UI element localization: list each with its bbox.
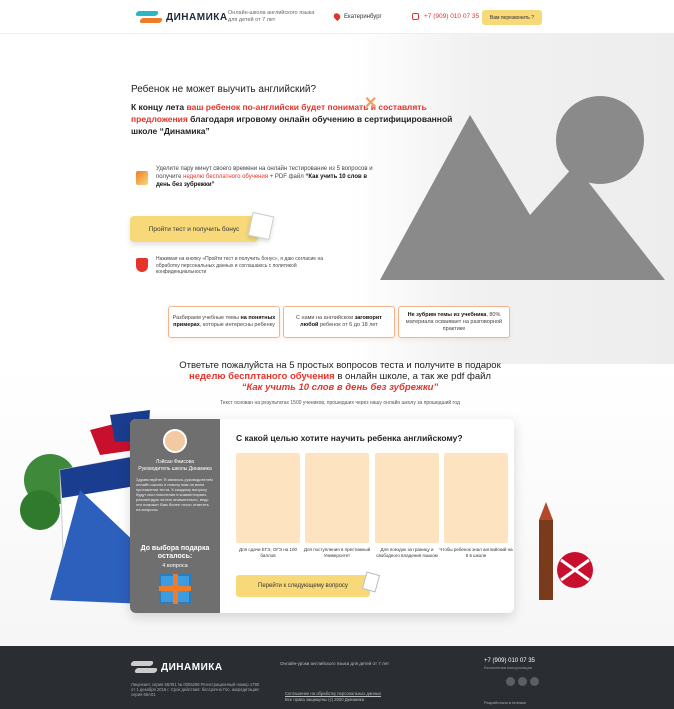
logo[interactable]: ДИНАМИКА	[135, 9, 228, 25]
landing-page: ДИНАМИКА Онлайн-школа английского языка …	[0, 0, 674, 709]
header-tagline: Онлайн-школа английского языка для детей…	[228, 10, 315, 23]
feature-card: Не зубрим темы из учебника, 80% материал…	[398, 306, 510, 338]
image-placeholder-icon	[380, 96, 665, 280]
header-phone[interactable]: +7 (909) 010 07 35	[412, 13, 479, 20]
quiz-question: С какой целью хотите научить ребенка анг…	[236, 433, 463, 443]
logo-icon	[135, 9, 163, 25]
cta-title: Ответьте пожалуйста на 5 простых вопросо…	[179, 360, 501, 393]
start-test-button[interactable]: Пройти тест и получить бонус	[130, 216, 258, 242]
instagram-icon[interactable]	[530, 677, 539, 686]
bigben-illustration	[539, 502, 593, 600]
phone-icon	[412, 13, 419, 20]
answer-label: Для поступления в престижный Университет	[303, 547, 371, 558]
logo-text: ДИНАМИКА	[166, 11, 228, 23]
license-info: Лицензия: серия 66Л01 № 0005296 Регистра…	[131, 682, 260, 698]
manager-message: Здравствуйте! Я являюсь руководителем он…	[136, 477, 213, 512]
location-pin-icon	[332, 11, 342, 22]
copyright: Все права защищены (с) 2020 Динамика	[285, 696, 365, 702]
next-question-button[interactable]: Перейти к следующему вопросу	[236, 575, 370, 597]
answer-image	[375, 453, 439, 543]
gift-countdown-label: До выбора подарка осталось:	[140, 545, 210, 560]
cta-subtitle: Текст основан на результатах 1500 ученик…	[220, 400, 460, 406]
callback-button[interactable]: Вам перезвонить ?	[482, 10, 542, 25]
city-label: Екатеринбург	[344, 13, 382, 20]
consent-text: Нажимая на кнопку «Пройти тест и получит…	[156, 256, 323, 275]
social-links	[506, 677, 539, 686]
city-selector[interactable]: Екатеринбург	[332, 11, 382, 22]
answer-label: Для сдачи ЕГЭ, ОГЭ на 100 баллов	[238, 547, 298, 558]
footer-logo[interactable]: ДИНАМИКА	[130, 659, 223, 675]
answer-image	[444, 453, 508, 543]
phone-number: +7 (909) 010 07 35	[424, 13, 480, 20]
developer-credit[interactable]: Разработано в leobase	[484, 700, 526, 705]
site-header: ДИНАМИКА Онлайн-школа английского языка …	[0, 0, 674, 34]
privacy-link[interactable]: Соглашение на обработку персональных дан…	[285, 691, 381, 696]
answer-option[interactable]	[444, 453, 508, 543]
checklist-icon	[136, 171, 148, 185]
footer-logo-text: ДИНАМИКА	[161, 661, 223, 673]
quiz-card: Лэйсан Фаисова Руководитель школы Динамик…	[130, 419, 514, 613]
feature-card: Разбираем учебные темы на понятных приме…	[168, 306, 280, 338]
answer-option[interactable]	[305, 453, 369, 543]
gift-icon	[159, 574, 191, 604]
answer-label: Для поездок за границу и свободного влад…	[376, 547, 438, 558]
manager-name: Лэйсан Фаисова Руководитель школы Динамик…	[138, 459, 212, 472]
quiz-sidebar: Лэйсан Фаисова Руководитель школы Динамик…	[130, 419, 220, 613]
answer-option[interactable]	[236, 453, 300, 543]
facebook-icon[interactable]	[506, 677, 515, 686]
shield-icon	[136, 258, 148, 272]
footer-tagline: Онлайн-уроки английского языка для детей…	[280, 661, 390, 666]
answer-label: Чтобы ребенок знал английский на 5 в шко…	[439, 547, 513, 558]
answer-image	[236, 453, 300, 543]
answer-image	[305, 453, 369, 543]
vk-icon[interactable]	[518, 677, 527, 686]
site-footer: ДИНАМИКА Лицензия: серия 66Л01 № 0005296…	[0, 646, 674, 709]
feature-card: С нами на английском заговорит любой реб…	[283, 306, 395, 338]
document-icon	[361, 571, 381, 593]
consent-note: Нажимая на кнопку «Пройти тест и получит…	[136, 256, 326, 276]
answer-option[interactable]	[375, 453, 439, 543]
logo-icon	[130, 659, 158, 675]
hero-headline: К концу лета ваш ребенок по-английски бу…	[131, 102, 453, 136]
gift-countdown-value: 4 вопроса	[162, 563, 188, 569]
offer-text: Уделите пару минут своего времени на онл…	[156, 166, 373, 188]
offer-block: Уделите пару минут своего времени на онл…	[136, 165, 376, 189]
cross-decoration-icon: ✕	[364, 95, 378, 112]
footer-phone[interactable]: +7 (909) 010 07 35 Бесплатная консультац…	[484, 658, 535, 670]
hero-question: Ребенок не может выучить английский?	[131, 84, 317, 95]
avatar	[163, 429, 187, 453]
footer-links: Соглашение на обработку персональных дан…	[285, 691, 381, 702]
